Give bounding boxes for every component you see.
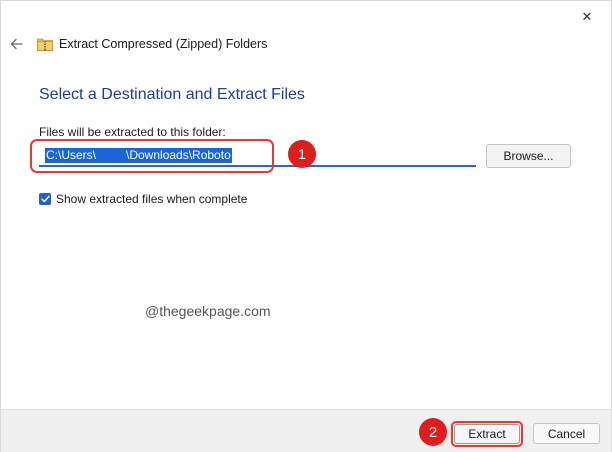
extract-highlight-annotation (451, 421, 523, 447)
checkmark-icon (40, 195, 50, 203)
show-files-checkbox[interactable] (39, 193, 51, 205)
destination-label: Files will be extracted to this folder: (39, 125, 226, 139)
close-button[interactable]: ✕ (577, 7, 597, 27)
close-icon: ✕ (581, 9, 593, 24)
path-highlight-annotation (30, 139, 274, 173)
cancel-button[interactable]: Cancel (533, 423, 600, 444)
zipped-folder-icon (37, 38, 53, 51)
back-button[interactable] (7, 35, 25, 53)
browse-button[interactable]: Browse... (486, 144, 571, 168)
step-badge-1: 1 (288, 140, 316, 168)
arrow-left-icon (10, 38, 23, 50)
show-files-label: Show extracted files when complete (56, 192, 248, 206)
page-heading: Select a Destination and Extract Files (39, 86, 305, 103)
window-title-bar: Extract Compressed (Zipped) Folders (37, 37, 267, 51)
extract-dialog-window: ✕ Extract Compressed (Zipped) Folders Se… (0, 0, 612, 452)
window-title: Extract Compressed (Zipped) Folders (59, 37, 268, 51)
step-badge-2: 2 (419, 418, 447, 446)
watermark: @thegeekpage.com (145, 303, 271, 319)
show-files-option[interactable]: Show extracted files when complete (39, 192, 247, 206)
